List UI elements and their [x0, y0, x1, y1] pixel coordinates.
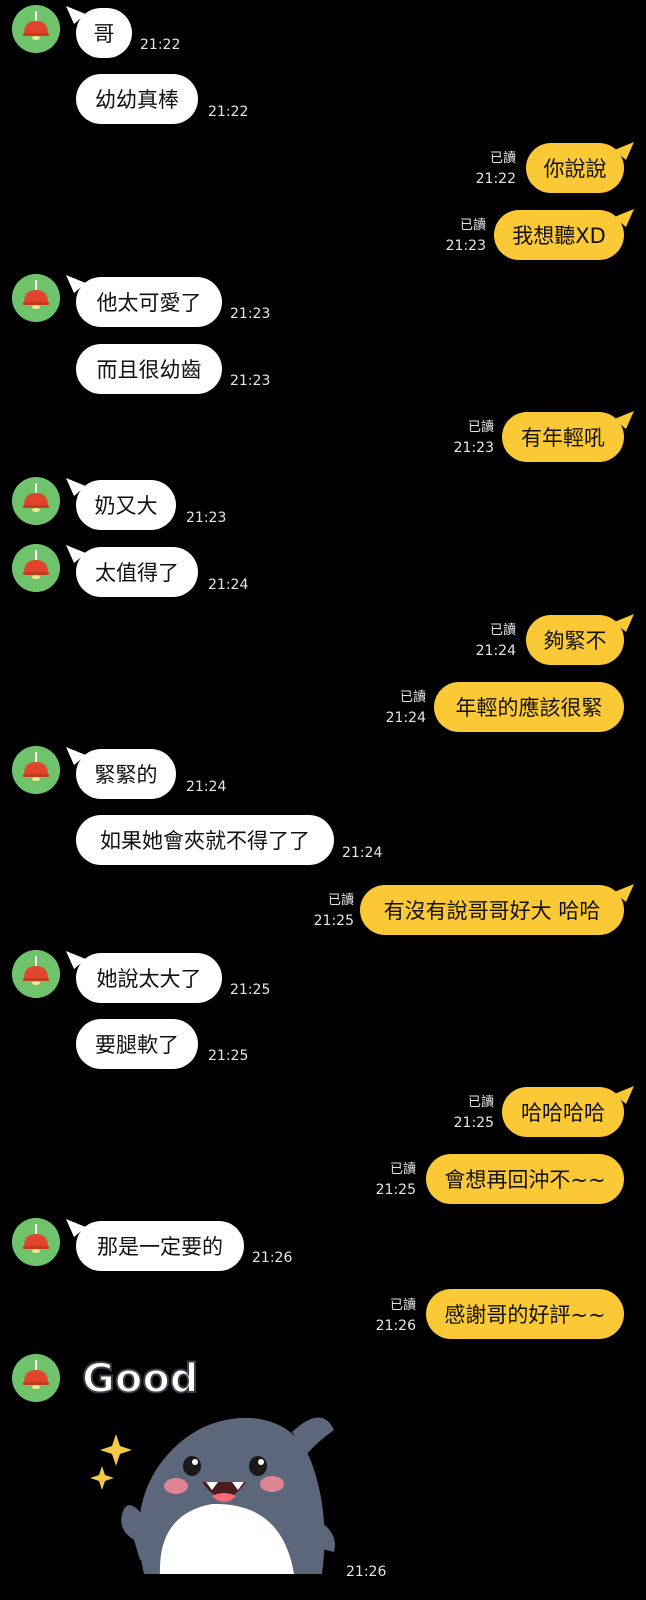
read-status: 已讀 21:23 — [453, 420, 494, 456]
sticker-label: Good — [82, 1356, 198, 1402]
message-time: 21:23 — [230, 306, 271, 322]
message-time: 21:24 — [208, 577, 249, 593]
avatar[interactable] — [12, 477, 60, 525]
avatar[interactable] — [12, 274, 60, 322]
message-time: 21:22 — [140, 37, 181, 53]
message-bubble-incoming[interactable]: 緊緊的 — [76, 749, 176, 799]
message-time: 21:25 — [230, 982, 271, 998]
message-bubble-incoming[interactable]: 奶又大 — [76, 480, 176, 530]
read-status: 已讀 21:25 — [313, 893, 354, 929]
lamp-icon — [12, 950, 60, 998]
message-bubble-incoming[interactable]: 她說太大了 — [76, 953, 222, 1003]
chat-thread[interactable]: 哥 21:22 幼幼真棒 21:22 已讀 21:22 你說說 已讀 21:23… — [0, 0, 646, 1600]
message-time: 21:26 — [252, 1250, 293, 1266]
message-bubble-outgoing[interactable]: 有沒有說哥哥好大 哈哈 — [360, 885, 624, 935]
message-bubble-incoming[interactable]: 幼幼真棒 — [76, 74, 198, 124]
read-status: 已讀 21:22 — [475, 151, 516, 187]
message-time: 21:25 — [208, 1048, 249, 1064]
message-bubble-incoming[interactable]: 太值得了 — [76, 547, 198, 597]
message-bubble-incoming[interactable]: 要腿軟了 — [76, 1019, 198, 1069]
message-bubble-incoming[interactable]: 而且很幼齒 — [76, 344, 222, 394]
avatar[interactable] — [12, 1354, 60, 1402]
message-time: 21:23 — [230, 373, 271, 389]
message-time: 21:26 — [346, 1564, 387, 1580]
lamp-icon — [12, 746, 60, 794]
message-bubble-incoming[interactable]: 他太可愛了 — [76, 277, 222, 327]
message-time: 21:23 — [186, 510, 227, 526]
lamp-icon — [12, 544, 60, 592]
read-status: 已讀 21:24 — [385, 690, 426, 726]
avatar[interactable] — [12, 544, 60, 592]
read-status: 已讀 21:24 — [475, 623, 516, 659]
read-status: 已讀 21:25 — [375, 1162, 416, 1198]
message-bubble-incoming[interactable]: 如果她會夾就不得了了 — [76, 815, 334, 865]
read-status: 已讀 21:26 — [375, 1298, 416, 1334]
message-bubble-incoming[interactable]: 哥 — [76, 8, 132, 58]
read-status: 已讀 21:25 — [453, 1095, 494, 1131]
message-bubble-outgoing[interactable]: 夠緊不 — [526, 615, 624, 665]
message-bubble-outgoing[interactable]: 會想再回沖不~~ — [426, 1154, 624, 1204]
message-bubble-outgoing[interactable]: 年輕的應該很緊 — [434, 682, 624, 732]
read-status: 已讀 21:23 — [445, 218, 486, 254]
message-time: 21:22 — [208, 104, 249, 120]
lamp-icon — [12, 1354, 60, 1402]
message-bubble-outgoing[interactable]: 感謝哥的好評~~ — [426, 1289, 624, 1339]
lamp-icon — [12, 477, 60, 525]
message-time: 21:24 — [342, 845, 383, 861]
message-time: 21:24 — [186, 779, 227, 795]
message-bubble-outgoing[interactable]: 有年輕吼 — [502, 412, 624, 462]
message-bubble-outgoing[interactable]: 你說說 — [526, 143, 624, 193]
shark-good-sticker[interactable]: Good — [72, 1334, 342, 1584]
lamp-icon — [12, 274, 60, 322]
message-bubble-outgoing[interactable]: 我想聽XD — [494, 210, 624, 260]
message-bubble-incoming[interactable]: 那是一定要的 — [76, 1221, 244, 1271]
lamp-icon — [12, 5, 60, 53]
avatar[interactable] — [12, 1218, 60, 1266]
lamp-icon — [12, 1218, 60, 1266]
avatar[interactable] — [12, 950, 60, 998]
message-bubble-outgoing[interactable]: 哈哈哈哈 — [502, 1087, 624, 1137]
avatar[interactable] — [12, 746, 60, 794]
avatar[interactable] — [12, 5, 60, 53]
